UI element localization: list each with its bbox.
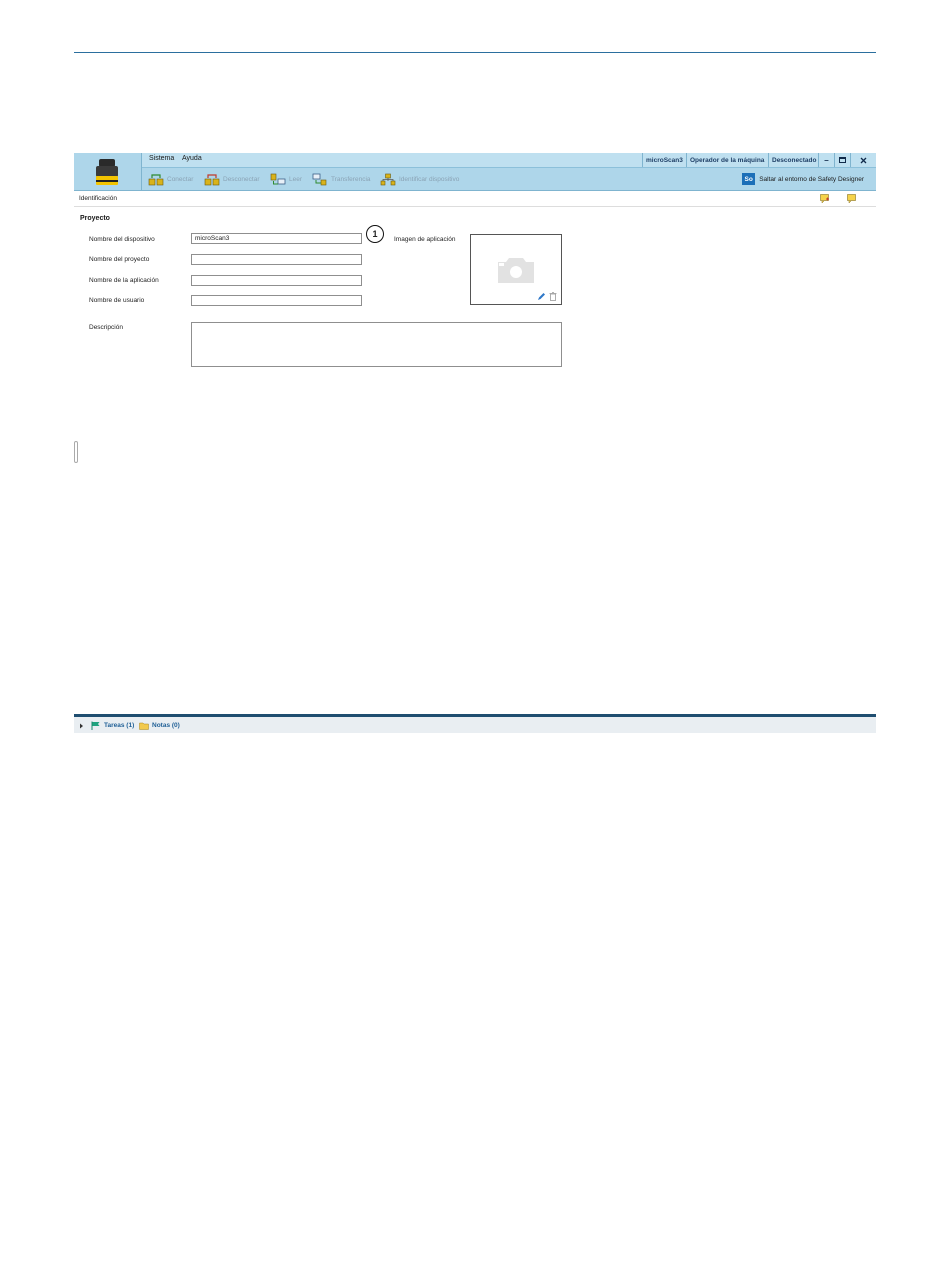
close-button[interactable] [850, 153, 876, 167]
user-name-input[interactable] [191, 295, 362, 306]
close-icon [860, 157, 867, 163]
flag-icon [91, 721, 100, 730]
read-icon [270, 173, 286, 184]
device-name-label: Nombre del dispositivo [89, 236, 155, 243]
show-notes-icon[interactable] [847, 194, 857, 203]
disconnect-label: Desconectar [223, 175, 260, 183]
project-name-input[interactable] [191, 254, 362, 265]
page-header: Identificación [74, 192, 876, 207]
application-image-box[interactable] [470, 234, 562, 305]
toolbar: Conectar Desconectar Leer Transferencia … [142, 168, 876, 190]
read-button[interactable]: Leer [270, 172, 302, 186]
safety-designer-button[interactable]: So Saltar al entorno de Safety Designer [742, 172, 864, 186]
app-header: Sistema Ayuda microScan3 Operador de la … [74, 153, 876, 191]
page-title: Identificación [79, 195, 117, 202]
top-rule [74, 52, 876, 53]
description-label: Descripción [89, 324, 123, 331]
status-user-role[interactable]: Operador de la máquina [686, 153, 768, 167]
camera-placeholder-icon [498, 258, 534, 283]
project-section-title: Proyecto [80, 215, 110, 222]
safety-designer-label: Saltar al entorno de Safety Designer [759, 175, 864, 183]
status-device: microScan3 [642, 153, 686, 167]
disconnect-icon [204, 173, 220, 185]
menu-ayuda[interactable]: Ayuda [182, 155, 202, 162]
identify-icon [380, 173, 396, 185]
side-panel-handle[interactable] [74, 441, 78, 463]
safety-designer-icon: So [742, 173, 756, 185]
notes-tab[interactable]: Notas (0) [139, 721, 180, 730]
device-logo [74, 153, 142, 190]
user-name-label: Nombre de usuario [89, 297, 145, 304]
scanner-device-icon [96, 159, 118, 185]
tasks-label: Tareas (1) [104, 722, 135, 729]
tasks-tab[interactable]: Tareas (1) [91, 721, 134, 730]
delete-trash-icon[interactable] [549, 292, 557, 301]
connect-icon [148, 173, 164, 185]
add-note-icon[interactable] [820, 194, 830, 203]
maximize-button[interactable] [834, 153, 850, 167]
transfer-label: Transferencia [331, 175, 371, 183]
maximize-icon [839, 157, 846, 163]
read-label: Leer [289, 175, 303, 183]
bottom-panel-bar: Tareas (1) Notas (0) [74, 714, 876, 733]
project-name-label: Nombre del proyecto [89, 256, 150, 263]
transfer-icon [312, 173, 327, 185]
transfer-button[interactable]: Transferencia [312, 172, 371, 186]
edit-pencil-icon[interactable] [537, 292, 546, 301]
menu-bar: Sistema Ayuda microScan3 Operador de la … [142, 153, 876, 168]
identify-label: Identificar dispositivo [399, 175, 460, 183]
expand-arrow-icon[interactable] [79, 723, 84, 729]
application-name-input[interactable] [191, 275, 362, 286]
notes-label: Notas (0) [152, 722, 180, 729]
minimize-button[interactable]: – [818, 153, 834, 167]
callout-marker: 1 [366, 225, 384, 243]
app-window: Sistema Ayuda microScan3 Operador de la … [74, 153, 876, 733]
connect-label: Conectar [167, 175, 194, 183]
status-connection: Desconectado [768, 153, 818, 167]
connect-button[interactable]: Conectar [148, 172, 193, 186]
disconnect-button[interactable]: Desconectar [204, 172, 260, 186]
device-name-input[interactable]: microScan3 [191, 233, 362, 244]
identify-device-button[interactable]: Identificar dispositivo [380, 172, 459, 186]
folder-icon [139, 722, 149, 730]
description-textarea[interactable] [191, 322, 562, 367]
menu-sistema[interactable]: Sistema [149, 155, 174, 162]
application-image-label: Imagen de aplicación [394, 236, 456, 243]
application-name-label: Nombre de la aplicación [89, 277, 159, 284]
